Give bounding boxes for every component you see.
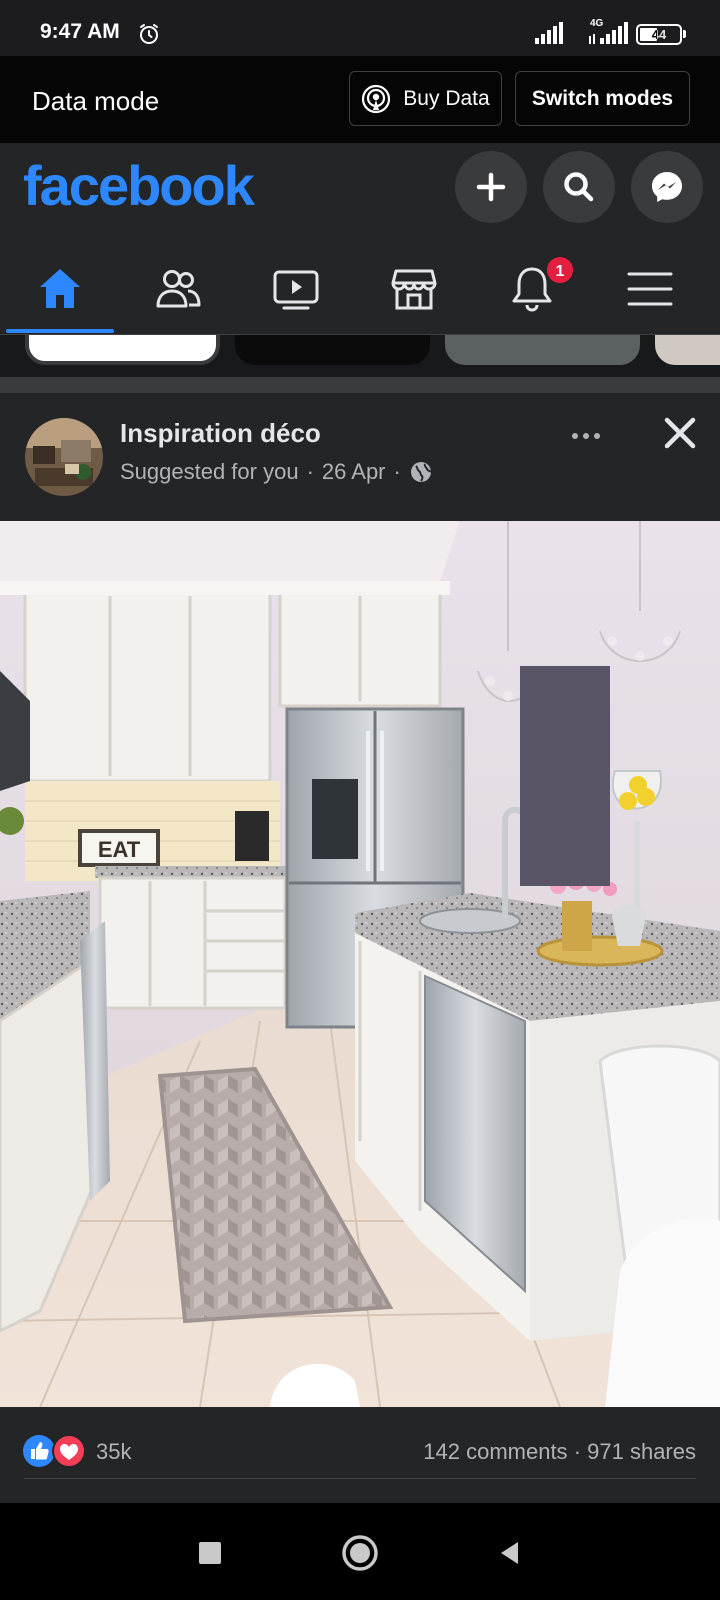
reaction-icons[interactable]	[22, 1434, 92, 1468]
data-mode-title: Data mode	[32, 86, 160, 116]
stats-separator: ·	[573, 1439, 588, 1464]
battery-level: 44	[651, 27, 667, 42]
stories-strip[interactable]	[0, 335, 720, 377]
battery-icon: 44	[636, 24, 682, 45]
post-meta: Suggested for you · 26 Apr ·	[120, 459, 433, 485]
broadcast-icon	[362, 84, 391, 113]
status-bar: 9:47 AM 4G 44	[0, 0, 720, 56]
tab-marketplace[interactable]	[354, 243, 474, 335]
switch-modes-label: Switch modes	[531, 86, 674, 110]
reaction-count[interactable]: 35k	[96, 1439, 131, 1465]
shares-count[interactable]: 971 shares	[587, 1439, 696, 1464]
tab-friends[interactable]	[118, 243, 238, 335]
tab-home[interactable]	[0, 243, 120, 335]
avatar[interactable]	[25, 418, 103, 496]
home-system-button[interactable]	[340, 1533, 380, 1573]
story-card[interactable]	[655, 335, 720, 365]
circle-home-icon	[342, 1535, 378, 1571]
buy-data-button[interactable]: Buy Data	[349, 71, 502, 126]
messenger-button[interactable]	[631, 151, 703, 223]
facebook-logo[interactable]: facebook	[23, 153, 255, 218]
recents-button[interactable]	[190, 1533, 230, 1573]
marketplace-icon	[391, 269, 437, 310]
square-icon	[199, 1542, 221, 1564]
close-icon[interactable]	[660, 413, 700, 453]
feed-post: Inspiration déco Suggested for you · 26 …	[0, 393, 720, 1503]
story-card[interactable]	[445, 335, 640, 365]
comments-count[interactable]: 142 comments	[423, 1439, 567, 1464]
create-button[interactable]	[455, 151, 527, 223]
post-image[interactable]: EAT	[0, 521, 720, 1407]
switch-modes-button[interactable]: Switch modes	[515, 71, 690, 126]
data-mode-bar: Data mode Buy Data Switch modes	[0, 56, 720, 143]
tab-menu[interactable]	[590, 243, 710, 335]
engagement-stats: 142 comments · 971 shares	[423, 1439, 696, 1465]
tab-notifications[interactable]	[472, 243, 592, 335]
friends-icon	[156, 270, 201, 308]
tab-watch[interactable]	[236, 243, 356, 335]
feed-separator	[0, 377, 720, 393]
page-name[interactable]: Inspiration déco	[120, 418, 321, 449]
more-options-icon[interactable]	[568, 418, 604, 454]
system-nav-bar	[0, 1503, 720, 1600]
suggested-label: Suggested for you	[120, 459, 299, 484]
alarm-icon	[140, 24, 158, 44]
active-tab-indicator	[6, 329, 114, 333]
meta-separator: ·	[393, 459, 401, 484]
status-time: 9:47 AM	[40, 20, 120, 43]
search-button[interactable]	[543, 151, 615, 223]
post-date[interactable]: 26 Apr	[322, 459, 386, 485]
post-divider	[24, 1478, 696, 1479]
signal-icon	[535, 22, 563, 44]
story-card[interactable]	[25, 335, 220, 365]
avatar-image	[25, 418, 103, 496]
globe-icon	[410, 462, 432, 482]
messenger-icon	[652, 172, 682, 202]
meta-separator: ·	[306, 459, 314, 484]
watch-icon	[273, 270, 319, 310]
back-triangle-icon	[501, 1542, 518, 1564]
notification-badge: 1	[545, 255, 575, 285]
buy-data-label: Buy Data	[403, 86, 490, 110]
home-icon	[40, 269, 80, 308]
signal-4g-icon	[589, 22, 628, 44]
back-button[interactable]	[490, 1533, 530, 1573]
app-header: facebook	[0, 143, 720, 243]
eat-sign-text: EAT	[98, 837, 141, 862]
story-card[interactable]	[235, 335, 430, 365]
plus-icon	[476, 172, 506, 202]
menu-icon	[627, 272, 673, 306]
reactions-bar: 35k 142 comments · 971 shares	[0, 1407, 720, 1493]
nav-tabs: 1	[0, 243, 720, 335]
search-icon	[564, 172, 594, 202]
